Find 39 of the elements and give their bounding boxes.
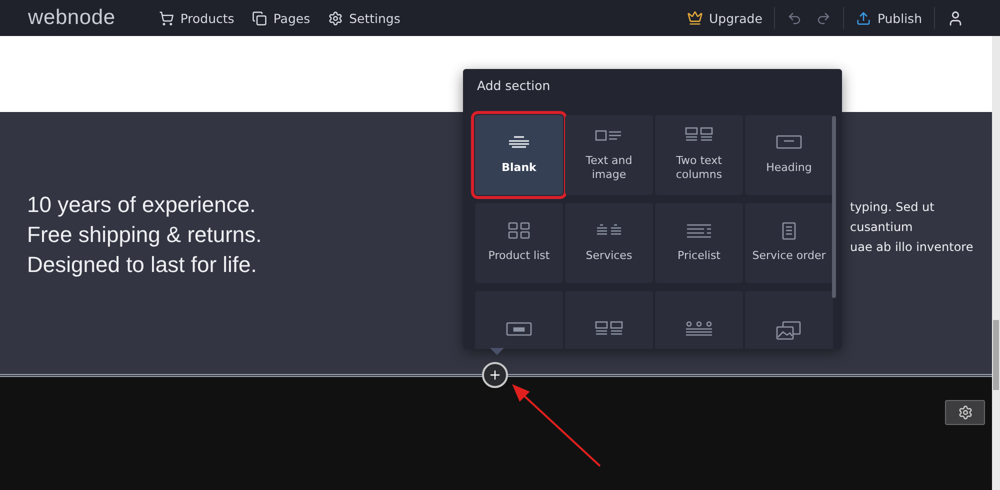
settings-button[interactable] — [945, 400, 985, 425]
section-option[interactable]: Text and image — [565, 114, 653, 195]
section-option[interactable]: Heading — [745, 114, 833, 195]
section-option[interactable]: Pricelist — [655, 202, 743, 283]
settings-icon — [328, 10, 344, 26]
hero-text: Free shipping & returns. — [27, 222, 262, 248]
cart-icon — [159, 10, 174, 26]
nav-link[interactable]: Pages — [252, 10, 310, 26]
section-option[interactable] — [475, 290, 563, 349]
plus-icon — [488, 368, 502, 382]
hero-text: 10 years of experience. — [27, 192, 257, 218]
section-option[interactable]: Blank — [475, 114, 563, 195]
scrollbar-thumb[interactable] — [832, 116, 836, 298]
body-text: cusantium — [850, 220, 914, 234]
scrollbar-thumb[interactable] — [993, 320, 999, 390]
upload-icon — [856, 10, 872, 26]
gear-icon — [958, 405, 972, 420]
section-option[interactable]: Two text columns — [655, 114, 743, 195]
body-text: uae ab illo inventore — [850, 240, 974, 254]
section-option[interactable] — [655, 290, 743, 349]
crown-icon — [686, 10, 703, 26]
section-option[interactable] — [745, 290, 833, 349]
section-option[interactable]: Service order — [745, 202, 833, 283]
undo-button[interactable] — [787, 10, 802, 26]
logo[interactable]: webnode — [28, 6, 116, 30]
section-option[interactable]: Services — [565, 202, 653, 283]
publish-button[interactable]: Publish — [856, 10, 922, 26]
nav-link[interactable]: Settings — [328, 10, 400, 26]
hero-text: Designed to last for life. — [27, 252, 258, 278]
body-text: typing. Sed ut — [850, 200, 936, 214]
redo-button[interactable] — [816, 10, 832, 26]
section-option[interactable]: Product list — [475, 202, 563, 283]
nav-link[interactable]: Products — [159, 10, 234, 26]
pages-icon — [252, 10, 268, 26]
section-option[interactable] — [565, 290, 653, 349]
panel-pointer — [490, 348, 504, 355]
panel-title: Add section — [476, 77, 552, 95]
upgrade-button[interactable]: Upgrade — [686, 10, 762, 26]
account-button[interactable] — [947, 10, 964, 26]
